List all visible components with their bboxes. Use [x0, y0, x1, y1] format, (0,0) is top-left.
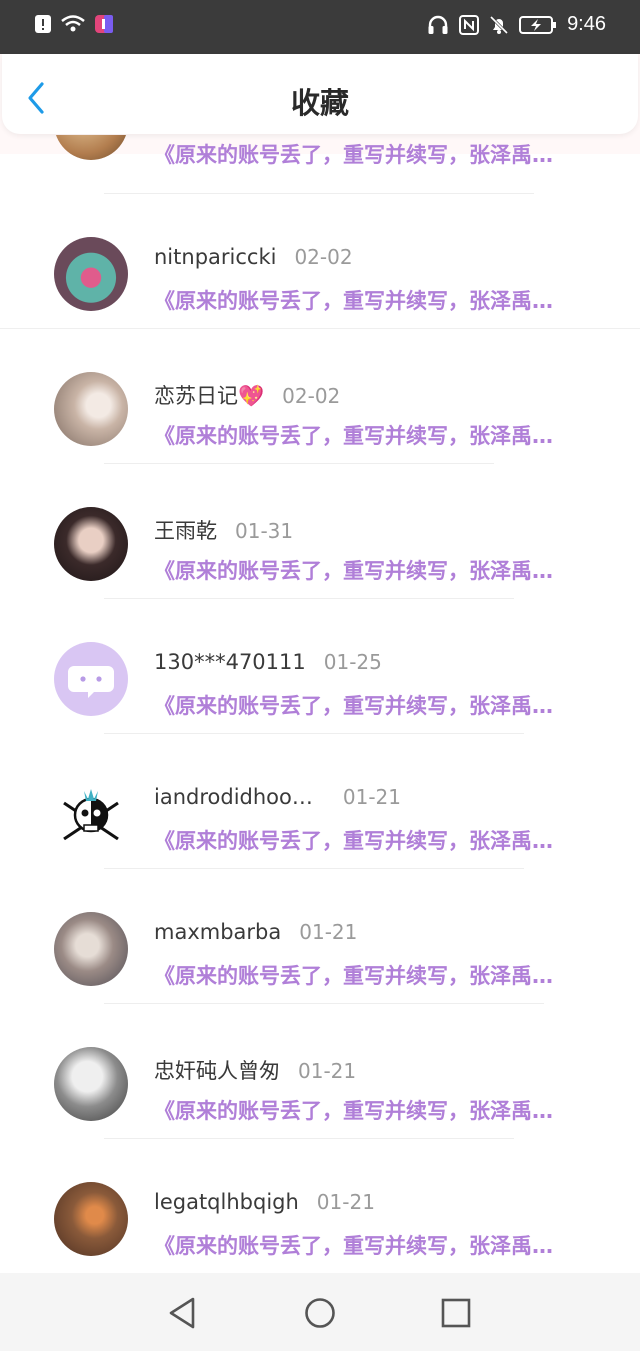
mute-bell-icon — [490, 15, 509, 34]
favorite-excerpt[interactable]: 《原来的账号丢了，重写并续写，张泽禹… — [154, 960, 586, 990]
nfc-icon — [459, 14, 480, 35]
list-item[interactable]: 130***470111 01-25 《原来的账号丢了，重写并续写，张泽禹… — [0, 598, 640, 733]
favorite-date: 01-25 — [323, 650, 382, 674]
battery-icon — [519, 15, 557, 34]
favorite-excerpt[interactable]: 《原来的账号丢了，重写并续写，张泽禹… — [154, 285, 586, 315]
user-name[interactable]: 130***470111 — [154, 650, 306, 674]
avatar — [54, 1047, 128, 1121]
avatar — [54, 372, 128, 446]
name-row: legatqlhbqigh 01-21 — [154, 1190, 375, 1214]
list-item[interactable]: nitnpariccki 02-02 《原来的账号丢了，重写并续写，张泽禹… — [0, 193, 640, 328]
circle-home-icon — [305, 1298, 335, 1328]
avatar — [54, 237, 128, 311]
name-row: nitnpariccki 02-02 — [154, 245, 353, 269]
user-name[interactable]: nitnpariccki — [154, 245, 276, 269]
app-notification-icon — [95, 15, 113, 33]
headphones-icon — [428, 15, 448, 34]
status-time: 9:46 — [567, 13, 606, 35]
avatar — [54, 912, 128, 986]
avatar — [54, 1182, 128, 1256]
avatar — [54, 507, 128, 581]
favorite-date: 01-21 — [298, 1059, 357, 1083]
favorite-date: 02-02 — [282, 384, 341, 408]
nav-home-button[interactable] — [300, 1295, 340, 1331]
header-card: 收藏 — [2, 54, 638, 134]
list-item[interactable]: maxmbarba 01-21 《原来的账号丢了，重写并续写，张泽禹… — [0, 868, 640, 1003]
user-name[interactable]: legatqlhbqigh — [154, 1190, 299, 1214]
wifi-icon — [61, 15, 85, 32]
avatar — [54, 777, 128, 851]
triangle-back-icon — [169, 1297, 195, 1329]
square-recents-icon — [441, 1298, 471, 1328]
nav-recents-button[interactable] — [435, 1295, 475, 1331]
favorite-excerpt[interactable]: 《原来的账号丢了，重写并续写，张泽禹… — [154, 420, 586, 450]
name-row: maxmbarba 01-21 — [154, 920, 357, 944]
status-bar: 9:46 — [0, 0, 640, 54]
favorite-excerpt[interactable]: 《原来的账号丢了，重写并续写，张泽禹… — [154, 1095, 586, 1125]
favorites-list[interactable]: 《原来的账号丢了，重写并续写，张泽禹… nitnpariccki 02-02 《… — [0, 135, 640, 1273]
nav-back-button[interactable] — [163, 1295, 203, 1331]
system-nav-bar — [0, 1273, 640, 1351]
avatar — [54, 642, 128, 716]
list-item[interactable]: iandrodidhoo… 01-21 《原来的账号丢了，重写并续写，张泽禹… — [0, 733, 640, 868]
default-avatar-icon — [68, 666, 114, 698]
favorite-date: 01-21 — [342, 785, 401, 809]
favorite-date: 01-21 — [299, 920, 358, 944]
user-name[interactable]: 王雨乾 — [154, 515, 217, 545]
list-item[interactable]: 王雨乾 01-31 《原来的账号丢了，重写并续写，张泽禹… — [0, 463, 640, 598]
alert-icon — [35, 15, 51, 33]
name-row: 王雨乾 01-31 — [154, 515, 293, 545]
favorite-excerpt[interactable]: 《原来的账号丢了，重写并续写，张泽禹… — [154, 1230, 586, 1260]
avatar — [54, 135, 128, 160]
skull-avatar-icon — [63, 789, 119, 841]
user-name[interactable]: 恋苏日记💖 — [154, 380, 264, 410]
list-item[interactable]: 忠奸砘人曾匆 01-21 《原来的账号丢了，重写并续写，张泽禹… — [0, 1003, 640, 1138]
user-name[interactable]: 忠奸砘人曾匆 — [154, 1055, 280, 1085]
favorite-date: 02-02 — [294, 245, 353, 269]
favorite-date: 01-21 — [316, 1190, 375, 1214]
favorite-excerpt: 《原来的账号丢了，重写并续写，张泽禹… — [154, 143, 553, 167]
status-right-icons: 9:46 — [427, 13, 606, 36]
name-row: 忠奸砘人曾匆 01-21 — [154, 1055, 356, 1085]
user-name[interactable]: iandrodidhoo… — [154, 785, 313, 809]
name-row: 恋苏日记💖 02-02 — [154, 380, 340, 410]
favorite-excerpt[interactable]: 《原来的账号丢了，重写并续写，张泽禹… — [154, 555, 586, 585]
user-name[interactable]: maxmbarba — [154, 920, 281, 944]
name-row: iandrodidhoo… 01-21 — [154, 785, 401, 809]
status-left-icons — [34, 14, 114, 34]
favorite-date: 01-31 — [235, 519, 294, 543]
list-item[interactable]: 恋苏日记💖 02-02 《原来的账号丢了，重写并续写，张泽禹… — [0, 328, 640, 463]
list-item[interactable]: 《原来的账号丢了，重写并续写，张泽禹… — [0, 135, 640, 167]
list-item[interactable]: legatqlhbqigh 01-21 《原来的账号丢了，重写并续写，张泽禹… — [0, 1138, 640, 1273]
name-row: 130***470111 01-25 — [154, 650, 382, 674]
favorite-excerpt[interactable]: 《原来的账号丢了，重写并续写，张泽禹… — [154, 825, 586, 855]
favorite-excerpt[interactable]: 《原来的账号丢了，重写并续写，张泽禹… — [154, 690, 586, 720]
page-title: 收藏 — [290, 86, 349, 120]
